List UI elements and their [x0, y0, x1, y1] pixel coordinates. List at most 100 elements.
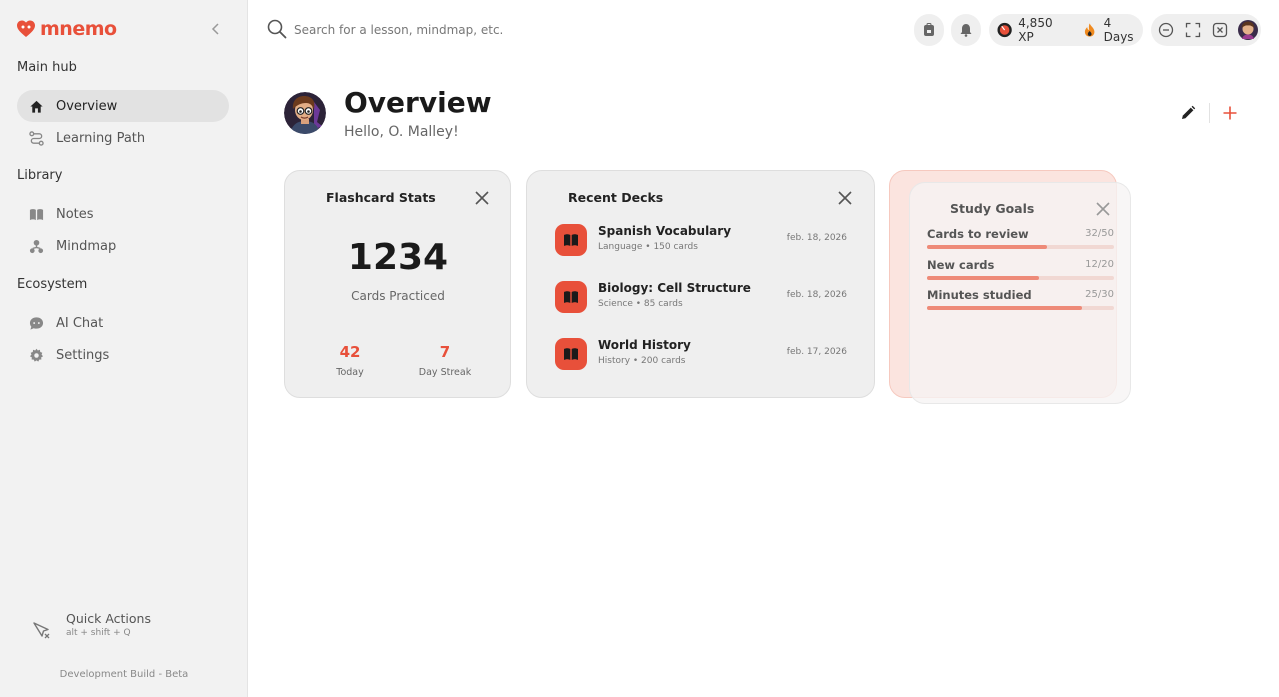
- flashcard-stats-card: Flashcard Stats 1234 Cards Practiced 42 …: [284, 170, 511, 398]
- sidebar-item-label: Learning Path: [56, 130, 146, 146]
- goal-item: Cards to review 32/50: [927, 227, 1114, 249]
- deck-meta: Language • 150 cards: [598, 242, 698, 252]
- profile-avatar[interactable]: [284, 92, 326, 134]
- goal-progress-fill: [927, 276, 1040, 280]
- deck-name: World History: [598, 338, 691, 352]
- goal-item: New cards 12/20: [927, 258, 1114, 280]
- deck-item[interactable]: Biology: Cell Structure Science • 85 car…: [555, 279, 847, 315]
- notifications-button[interactable]: [951, 14, 981, 46]
- fullscreen-button[interactable]: [1184, 21, 1202, 39]
- section-title-library: Library: [17, 168, 63, 183]
- sidebar-item-label: Overview: [56, 98, 118, 114]
- goal-progress-track: [927, 245, 1114, 249]
- study-goals-card[interactable]: Study Goals Cards to review 32/50 New ca…: [909, 182, 1131, 404]
- close-icon: [475, 191, 489, 205]
- goal-progress-fill: [927, 245, 1047, 249]
- path-icon: [28, 130, 44, 146]
- minimize-icon: [1158, 22, 1174, 38]
- sidebar-item-overview[interactable]: Overview: [17, 90, 229, 122]
- page-title: Overview: [344, 86, 492, 119]
- search-icon: [267, 19, 287, 39]
- close-icon: [838, 191, 852, 205]
- deck-name: Biology: Cell Structure: [598, 281, 751, 295]
- sidebar-item-ai-chat[interactable]: AI Chat: [17, 307, 229, 339]
- xp-streak-pill[interactable]: 4,850 XP 4 Days: [989, 14, 1143, 46]
- app-logo[interactable]: mnemo: [16, 18, 117, 40]
- card-title: Recent Decks: [568, 190, 664, 205]
- sidebar: mnemo Main hub Overview Learning Path Li…: [0, 0, 248, 697]
- close-card-button[interactable]: [838, 190, 852, 205]
- deck-item[interactable]: World History History • 200 cards feb. 1…: [555, 336, 847, 372]
- mindmap-icon: [28, 238, 44, 254]
- book-icon: [28, 206, 44, 222]
- search-input[interactable]: [294, 19, 694, 41]
- build-label: Development Build - Beta: [59, 669, 189, 680]
- deck-item[interactable]: Spanish Vocabulary Language • 150 cards …: [555, 222, 847, 258]
- deck-date: feb. 18, 2026: [786, 233, 847, 243]
- xp-icon: [997, 22, 1012, 38]
- sidebar-item-settings[interactable]: Settings: [17, 339, 229, 371]
- gear-icon: [28, 347, 44, 363]
- backpack-icon: [924, 23, 934, 36]
- app-name: mnemo: [40, 18, 117, 40]
- quick-actions-shortcut: alt + shift + Q: [66, 628, 131, 638]
- chevron-left-icon: [211, 23, 219, 35]
- book-icon: [555, 281, 587, 313]
- goal-count: 25/30: [1085, 289, 1114, 300]
- cursor-icon: [33, 622, 50, 639]
- user-avatar[interactable]: [1238, 20, 1258, 40]
- section-title-ecosystem: Ecosystem: [17, 277, 88, 292]
- deck-meta: History • 200 cards: [598, 356, 686, 366]
- sidebar-item-label: Settings: [56, 347, 110, 363]
- goal-progress-track: [927, 276, 1114, 280]
- card-title: Flashcard Stats: [326, 190, 436, 205]
- collapse-sidebar-button[interactable]: [207, 20, 225, 38]
- minimize-button[interactable]: [1157, 21, 1175, 39]
- goal-progress-track: [927, 306, 1114, 310]
- goal-count: 32/50: [1085, 228, 1114, 239]
- bell-icon: [960, 24, 972, 37]
- section-title-main-hub: Main hub: [17, 60, 77, 75]
- card-title: Study Goals: [950, 201, 1035, 216]
- sidebar-item-learning-path[interactable]: Learning Path: [17, 122, 229, 154]
- goal-item: Minutes studied 25/30: [927, 288, 1114, 310]
- close-card-button[interactable]: [1096, 201, 1110, 216]
- window-controls: [1151, 14, 1261, 46]
- sidebar-item-notes[interactable]: Notes: [17, 198, 229, 230]
- library-button[interactable]: [914, 14, 944, 46]
- day-streak-value: 7: [439, 343, 451, 361]
- edit-layout-button[interactable]: [1180, 105, 1196, 121]
- xp-value: 4,850 XP: [1018, 16, 1053, 44]
- sidebar-item-label: Mindmap: [56, 238, 117, 254]
- today-label: Today: [336, 367, 364, 378]
- pencil-icon: [1182, 105, 1196, 119]
- sidebar-item-label: Notes: [56, 206, 94, 222]
- cards-practiced-label: Cards Practiced: [351, 289, 445, 303]
- day-streak-label: Day Streak: [418, 367, 472, 378]
- plus-icon: [1223, 106, 1237, 120]
- close-card-button[interactable]: [475, 190, 489, 205]
- add-widget-button[interactable]: [1222, 105, 1238, 121]
- quick-actions-title: Quick Actions: [66, 611, 151, 626]
- chat-icon: [28, 315, 44, 331]
- close-icon: [1096, 202, 1110, 216]
- recent-decks-card: Recent Decks Spanish Vocabulary Language…: [526, 170, 875, 398]
- deck-date: feb. 17, 2026: [786, 347, 847, 357]
- book-icon: [555, 338, 587, 370]
- deck-name: Spanish Vocabulary: [598, 224, 732, 238]
- fire-icon: [1085, 23, 1095, 37]
- deck-meta: Science • 85 cards: [598, 299, 683, 309]
- close-window-button[interactable]: [1211, 21, 1229, 39]
- streak-days-value: 4 Days: [1103, 16, 1134, 44]
- deck-date: feb. 18, 2026: [786, 290, 847, 300]
- avatar-icon: [1238, 20, 1258, 40]
- sidebar-item-mindmap[interactable]: Mindmap: [17, 230, 229, 262]
- header-divider: [1209, 103, 1210, 123]
- logo-icon: [17, 20, 35, 37]
- sidebar-item-label: AI Chat: [56, 315, 104, 331]
- goal-count: 12/20: [1085, 259, 1114, 270]
- avatar-image: [284, 92, 326, 134]
- quick-actions-button[interactable]: Quick Actions alt + shift + Q: [30, 611, 151, 641]
- book-icon: [555, 224, 587, 256]
- home-icon: [28, 98, 44, 114]
